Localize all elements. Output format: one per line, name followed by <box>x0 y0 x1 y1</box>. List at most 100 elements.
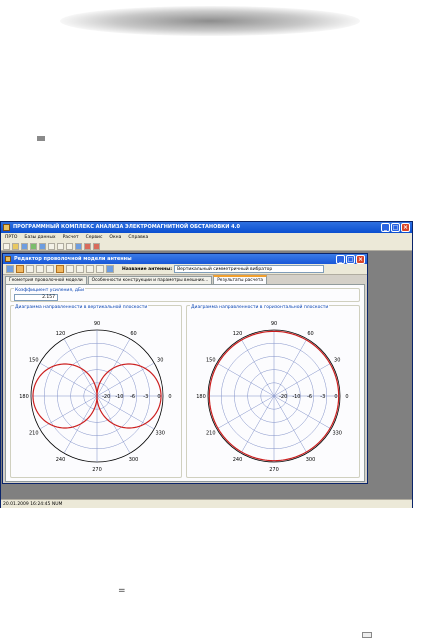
zoom-out-icon[interactable] <box>36 265 44 273</box>
angle-tick-label: 240 <box>233 457 243 463</box>
menu-item-databases[interactable]: Базы данных <box>24 233 55 242</box>
antenna-icon[interactable] <box>39 243 46 250</box>
editor-title: Редактор проволочной модели антенны <box>14 256 132 262</box>
angle-tick-label: 60 <box>130 331 136 337</box>
grid-spoke <box>216 362 275 397</box>
angle-tick-label: 120 <box>233 331 243 337</box>
minimize-button[interactable]: _ <box>381 223 390 232</box>
delete-icon[interactable] <box>86 265 94 273</box>
horizontal-pattern-chart: 0 30 60 90 120 150 180 210 240 270 300 330 -20 -10 -6 -… <box>196 321 348 473</box>
grid-spoke <box>216 395 275 430</box>
radial-tick-label: -3 <box>143 394 148 400</box>
angle-tick-label: 0 <box>168 394 171 400</box>
gain-group: Коэффициент усиления, дБи 2.157 <box>10 288 360 302</box>
angle-tick-label: 180 <box>196 394 206 400</box>
menu-item-service[interactable]: Сервис <box>86 233 103 242</box>
grid-spoke <box>273 395 308 454</box>
menu-item-calculation[interactable]: Расчет <box>63 233 79 242</box>
radial-tick-label: -3 <box>320 394 325 400</box>
angle-tick-label: 60 <box>307 331 313 337</box>
angle-tick-label: 30 <box>157 358 163 364</box>
page: ПРОГРАММНЫЙ КОМПЛЕКС АНАЛИЗА ЭЛЕКТРОМАГН… <box>0 0 422 641</box>
table-icon[interactable] <box>48 243 55 250</box>
main-toolbar <box>1 242 412 251</box>
status-text: 20.01.2009 16:24:45 NUM <box>3 502 63 507</box>
rotate-icon[interactable] <box>46 265 54 273</box>
radial-tick-label: -20 <box>279 394 287 400</box>
angle-tick-label: 240 <box>56 457 66 463</box>
app-logo-icon <box>3 224 10 231</box>
gain-value-field: 2.157 <box>14 294 58 301</box>
grid-icon[interactable] <box>96 265 104 273</box>
grid-spoke <box>273 362 332 397</box>
status-bar: 20.01.2009 16:24:45 NUM <box>1 499 412 508</box>
radial-tick-label: -6 <box>130 394 135 400</box>
radial-tick-label: -10 <box>292 394 300 400</box>
main-application-window: ПРОГРАММНЫЙ КОМПЛЕКС АНАЛИЗА ЭЛЕКТРОМАГН… <box>0 221 413 508</box>
tab-geometry[interactable]: Геометрия проволочной модели <box>5 276 87 284</box>
close-button[interactable]: × <box>401 223 410 232</box>
angle-tick-label: 150 <box>29 358 39 364</box>
angle-tick-label: 90 <box>271 321 277 327</box>
new-icon[interactable] <box>3 243 10 250</box>
zoom-in-icon[interactable] <box>26 265 34 273</box>
arrow-right-icon[interactable] <box>66 243 73 250</box>
grid-spoke <box>240 338 275 397</box>
header-shadow-decoration <box>60 6 360 36</box>
menu-bar: ПРТО Базы данных Расчет Сервис Окна Спра… <box>1 233 412 242</box>
angle-tick-label: 330 <box>155 431 165 437</box>
filter-icon[interactable] <box>30 243 37 250</box>
maximize-button[interactable]: □ <box>391 223 400 232</box>
menu-item-help[interactable]: Справка <box>128 233 148 242</box>
radial-tick-label: 0 <box>334 394 337 400</box>
antenna-editor-window: Редактор проволочной модели антенны _ □ … <box>2 253 368 484</box>
save-icon[interactable] <box>21 243 28 250</box>
radial-tick-label: -6 <box>307 394 312 400</box>
menu-item-windows[interactable]: Окна <box>109 233 121 242</box>
editor-titlebar: Редактор проволочной модели антенны _ □ … <box>3 254 367 264</box>
help-icon[interactable] <box>93 243 100 250</box>
editor-close-button[interactable]: × <box>356 255 365 264</box>
angle-tick-label: 90 <box>94 321 100 327</box>
copy-icon[interactable] <box>76 265 84 273</box>
angle-tick-label: 300 <box>129 457 139 463</box>
angle-tick-label: 270 <box>92 467 102 473</box>
editor-minimize-button[interactable]: _ <box>336 255 345 264</box>
menu-item-prto[interactable]: ПРТО <box>5 233 17 242</box>
tab-results[interactable]: Результаты расчета <box>213 275 267 284</box>
editor-maximize-button[interactable]: □ <box>346 255 355 264</box>
results-panel: Коэффициент усиления, дБи 2.157 Диаграмм… <box>5 284 365 482</box>
select-tool-icon[interactable] <box>16 265 24 273</box>
open-folder-icon[interactable] <box>12 243 19 250</box>
angle-tick-label: 210 <box>29 431 39 437</box>
radial-tick-label: -10 <box>115 394 123 400</box>
horizontal-pattern-group: Диаграмма направленности в горизонтально… <box>186 305 360 478</box>
equation-symbol: = <box>118 586 126 596</box>
angle-tick-label: 30 <box>334 358 340 364</box>
report-icon[interactable] <box>75 243 82 250</box>
antenna-name-field[interactable]: Вертикальный симметричный вибратор <box>174 265 325 273</box>
app-title: ПРОГРАММНЫЙ КОМПЛЕКС АНАЛИЗА ЭЛЕКТРОМАГН… <box>13 224 240 230</box>
chart-icon[interactable] <box>84 243 91 250</box>
angle-tick-label: 120 <box>56 331 66 337</box>
small-box-marker <box>362 632 372 638</box>
angle-tick-label: 330 <box>332 431 342 437</box>
bullet-marker <box>37 136 45 141</box>
editor-toolbar: Название антенны: Вертикальный симметрич… <box>3 264 367 275</box>
angle-tick-label: 270 <box>269 467 279 473</box>
vertical-pattern-title: Диаграмма направленности в вертикальной … <box>14 305 149 310</box>
editor-window-icon <box>5 256 11 262</box>
arrow-left-icon[interactable] <box>57 243 64 250</box>
vertical-pattern-group: Диаграмма направленности в вертикальной … <box>10 305 182 478</box>
grid-spoke <box>273 338 308 397</box>
tab-construction-features[interactable]: Особенности конструкции и параметры внеш… <box>87 276 213 284</box>
draw-wire-icon[interactable] <box>56 265 64 273</box>
app-titlebar: ПРОГРАММНЫЙ КОМПЛЕКС АНАЛИЗА ЭЛЕКТРОМАГН… <box>1 222 412 233</box>
antenna-name-label: Название антенны: <box>122 266 173 272</box>
calculate-icon[interactable] <box>106 265 114 273</box>
radial-tick-label: 0 <box>157 394 160 400</box>
save-icon[interactable] <box>6 265 14 273</box>
move-icon[interactable] <box>66 265 74 273</box>
angle-tick-label: 180 <box>19 394 29 400</box>
grid-spoke <box>273 395 332 430</box>
